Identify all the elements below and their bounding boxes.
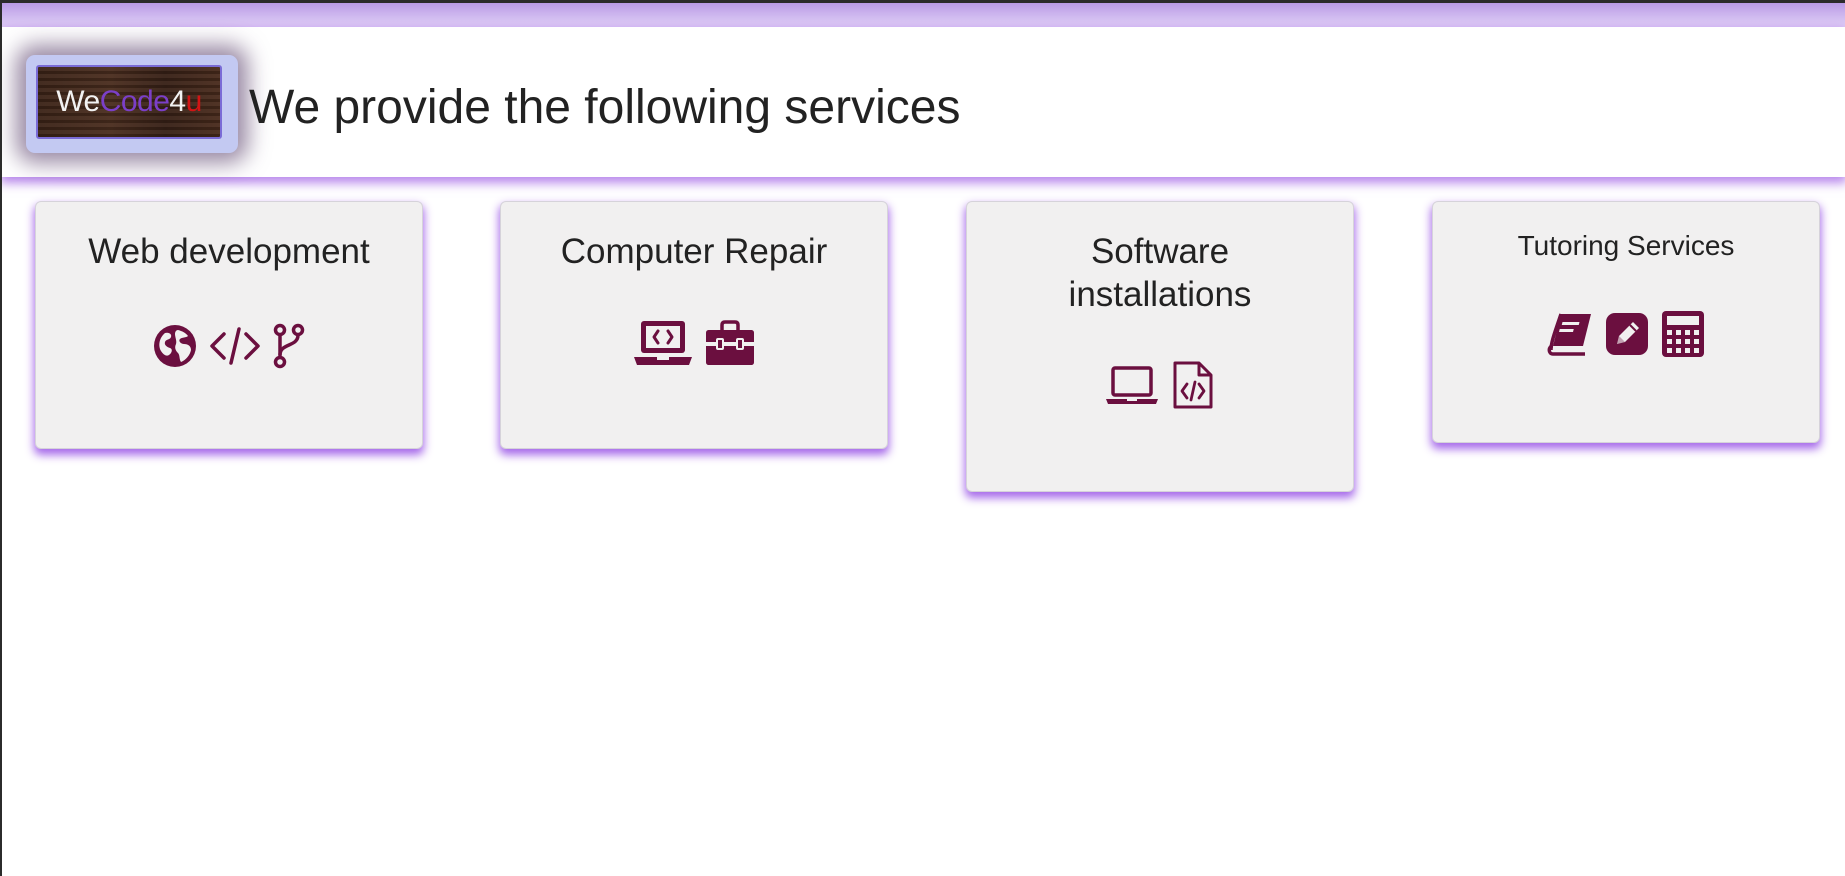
pen-square-icon xyxy=(1605,312,1649,356)
code-icon xyxy=(209,326,261,366)
browser-window: We Code 4 u We provide the following servic… xyxy=(0,0,1845,876)
service-title: Software installations xyxy=(1068,232,1252,314)
page-header: We Code 4 u We provide the following servic… xyxy=(2,27,1845,177)
toolbox-icon xyxy=(705,320,755,366)
laptop-code-icon xyxy=(633,319,693,367)
logo-text-code: Code xyxy=(99,85,170,118)
service-card-web-development[interactable]: Web development xyxy=(35,201,423,449)
logo-text-4: 4 xyxy=(169,85,186,118)
service-title: Computer Repair xyxy=(560,232,828,271)
service-card-software-installations[interactable]: Software installations xyxy=(966,201,1354,492)
logo[interactable]: We Code 4 u xyxy=(36,65,222,139)
service-title: Web development xyxy=(88,232,370,271)
top-accent-strip xyxy=(2,3,1845,27)
laptop-icon xyxy=(1105,365,1159,405)
logo-frame[interactable]: We Code 4 u xyxy=(26,55,238,153)
service-card-computer-repair[interactable]: Computer Repair xyxy=(500,201,888,449)
service-icons xyxy=(967,360,1353,410)
page-title: We provide the following services xyxy=(249,81,961,134)
service-title: Tutoring Services xyxy=(1517,230,1735,261)
service-icons xyxy=(1433,310,1819,358)
logo-text-u: u xyxy=(185,85,203,118)
globe-icon xyxy=(153,324,197,368)
calculator-icon xyxy=(1661,310,1705,358)
file-code-icon xyxy=(1171,360,1215,410)
service-icons xyxy=(501,319,887,367)
service-card-tutoring-services[interactable]: Tutoring Services xyxy=(1432,201,1820,443)
services-list: Web development Computer Repair Software… xyxy=(2,201,1845,521)
code-branch-icon xyxy=(273,323,305,369)
logo-text-we: We xyxy=(56,85,100,118)
service-icons xyxy=(36,323,422,369)
book-icon xyxy=(1547,312,1593,356)
